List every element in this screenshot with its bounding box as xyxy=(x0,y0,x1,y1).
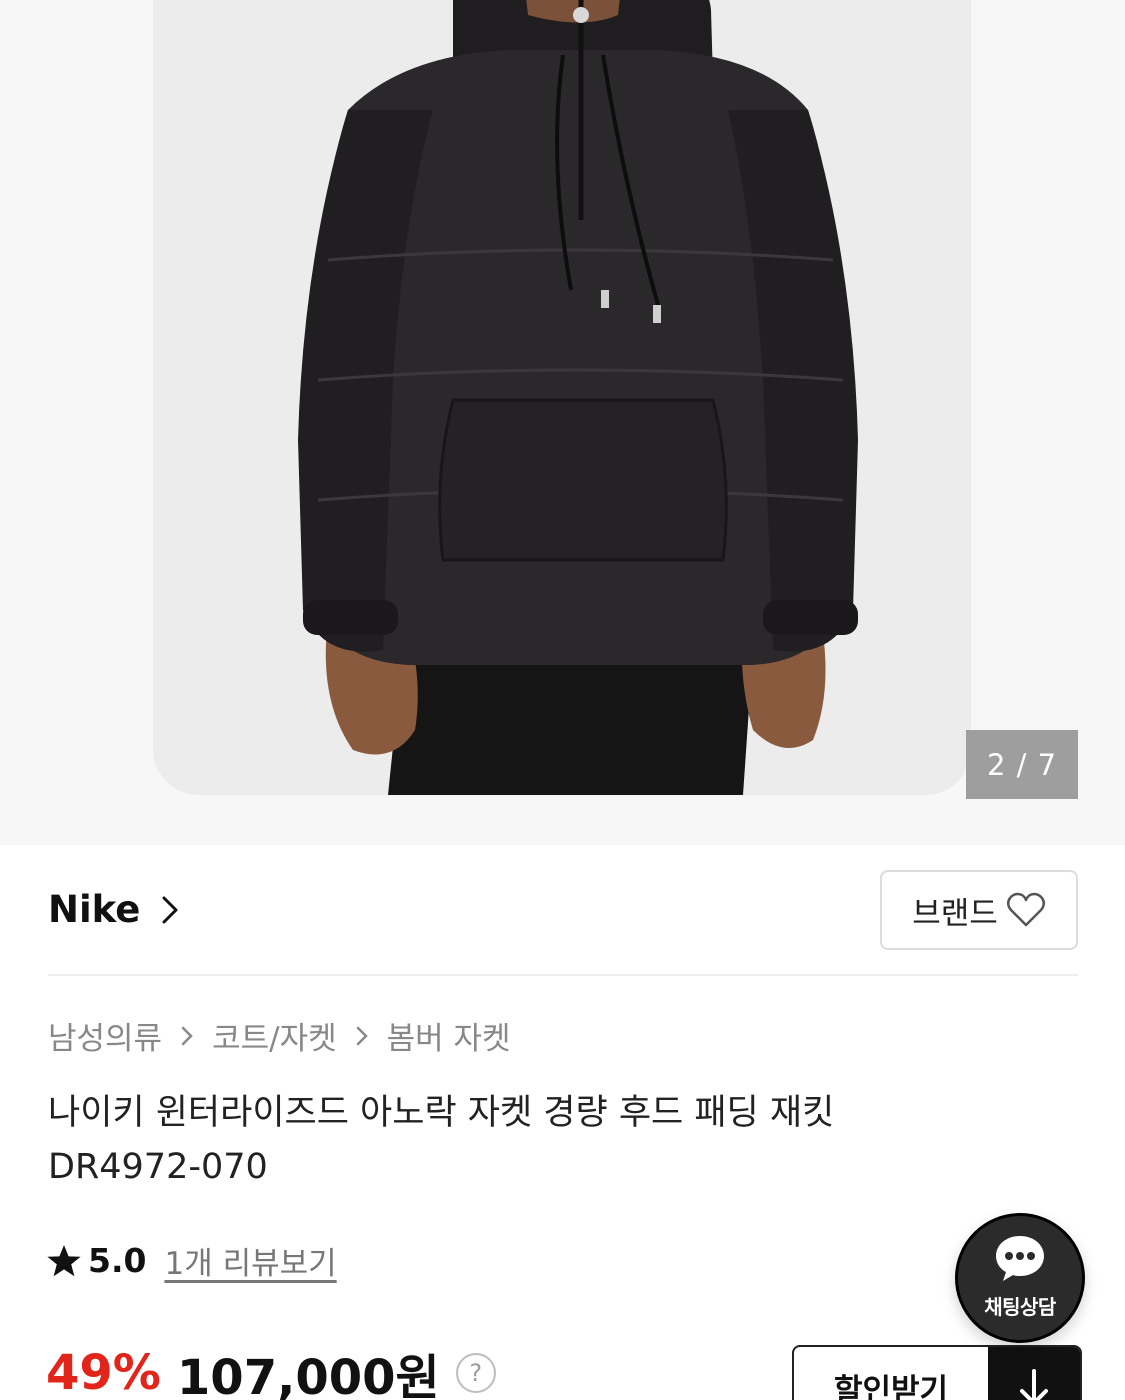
breadcrumb-item-coat-jacket[interactable]: 코트/자켓 xyxy=(212,1013,337,1058)
chevron-right-icon xyxy=(181,1026,193,1045)
breadcrumb: 남성의류 코트/자켓 봄버 자켓 xyxy=(48,1013,511,1058)
chat-consult-button[interactable]: 채팅상담 xyxy=(955,1213,1085,1343)
chat-bubble-icon xyxy=(996,1235,1044,1281)
get-discount-label: 할인받기 xyxy=(833,1373,949,1400)
breadcrumb-item-mens-clothing[interactable]: 남성의류 xyxy=(48,1013,162,1058)
heart-icon xyxy=(1006,892,1045,927)
image-page-indicator: 2 / 7 xyxy=(966,730,1078,799)
breadcrumb-item-bomber-jacket[interactable]: 봄버 자켓 xyxy=(387,1013,511,1058)
brand-follow-label: 브랜드 xyxy=(912,895,998,932)
get-discount-button[interactable]: 할인받기 xyxy=(792,1345,1082,1400)
product-title: 나이키 윈터라이즈드 아노락 자켓 경량 후드 패딩 재킷 DR4972-070 xyxy=(48,1086,1008,1194)
price-help-icon[interactable]: ? xyxy=(455,1353,496,1393)
product-gallery[interactable]: 2 / 7 xyxy=(0,0,1125,845)
jacket-illustration xyxy=(153,0,971,795)
sale-price: 107,000원 xyxy=(176,1350,440,1400)
brand-name: Nike xyxy=(48,888,141,931)
star-icon xyxy=(47,1244,81,1276)
page-indicator-text: 2 / 7 xyxy=(986,747,1058,782)
rating-row: 5.0 1개 리뷰보기 xyxy=(46,1238,337,1283)
price-row: 49% 107,000원 ? xyxy=(46,1338,496,1400)
product-title-line1: 나이키 윈터라이즈드 아노락 자켓 경량 후드 패딩 재킷 xyxy=(48,1093,835,1133)
reviews-link[interactable]: 1개 리뷰보기 xyxy=(164,1238,336,1283)
product-image[interactable] xyxy=(153,0,971,795)
brand-link[interactable]: Nike xyxy=(48,888,180,931)
download-arrow-icon xyxy=(988,1347,1080,1400)
chevron-right-icon xyxy=(356,1026,368,1045)
chevron-right-icon xyxy=(162,896,178,923)
discount-rate: 49% xyxy=(46,1345,161,1400)
rating-score: 5.0 xyxy=(88,1241,147,1280)
section-divider xyxy=(48,974,1078,976)
product-title-line2: DR4972-070 xyxy=(48,1147,268,1187)
product-page: 2 / 7 Nike 브랜드 남성의류 코트/자켓 봄버 자켓 나이키 윈터라이… xyxy=(0,0,1125,1400)
chat-consult-label: 채팅상담 xyxy=(984,1294,1056,1319)
brand-follow-button[interactable]: 브랜드 xyxy=(880,870,1078,950)
brand-row: Nike 브랜드 xyxy=(48,870,1078,950)
